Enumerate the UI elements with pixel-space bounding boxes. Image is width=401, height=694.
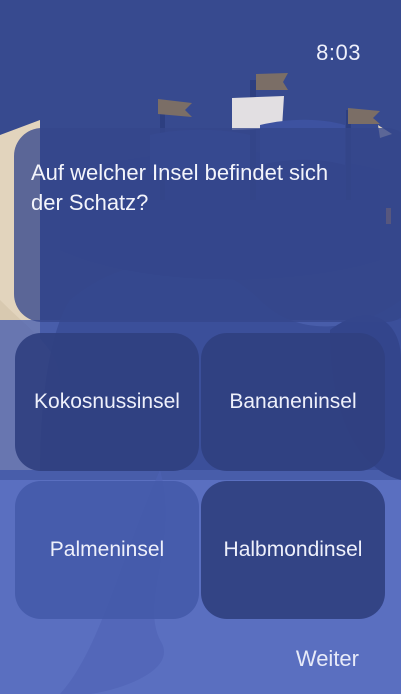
quiz-screen: 8:03 Auf welcher Insel befindet sich der…	[0, 0, 401, 694]
answer-button-bananeninsel[interactable]: Bananeninsel	[201, 333, 385, 471]
next-button[interactable]: Weiter	[296, 646, 359, 672]
answer-button-kokosnussinsel[interactable]: Kokosnussinsel	[15, 333, 199, 471]
answer-button-palmeninsel[interactable]: Palmeninsel	[15, 481, 199, 619]
answer-button-halbmondinsel[interactable]: Halbmondinsel	[201, 481, 385, 619]
status-time: 8:03	[316, 40, 361, 65]
question-text: Auf welcher Insel befindet sich der Scha…	[31, 160, 329, 215]
